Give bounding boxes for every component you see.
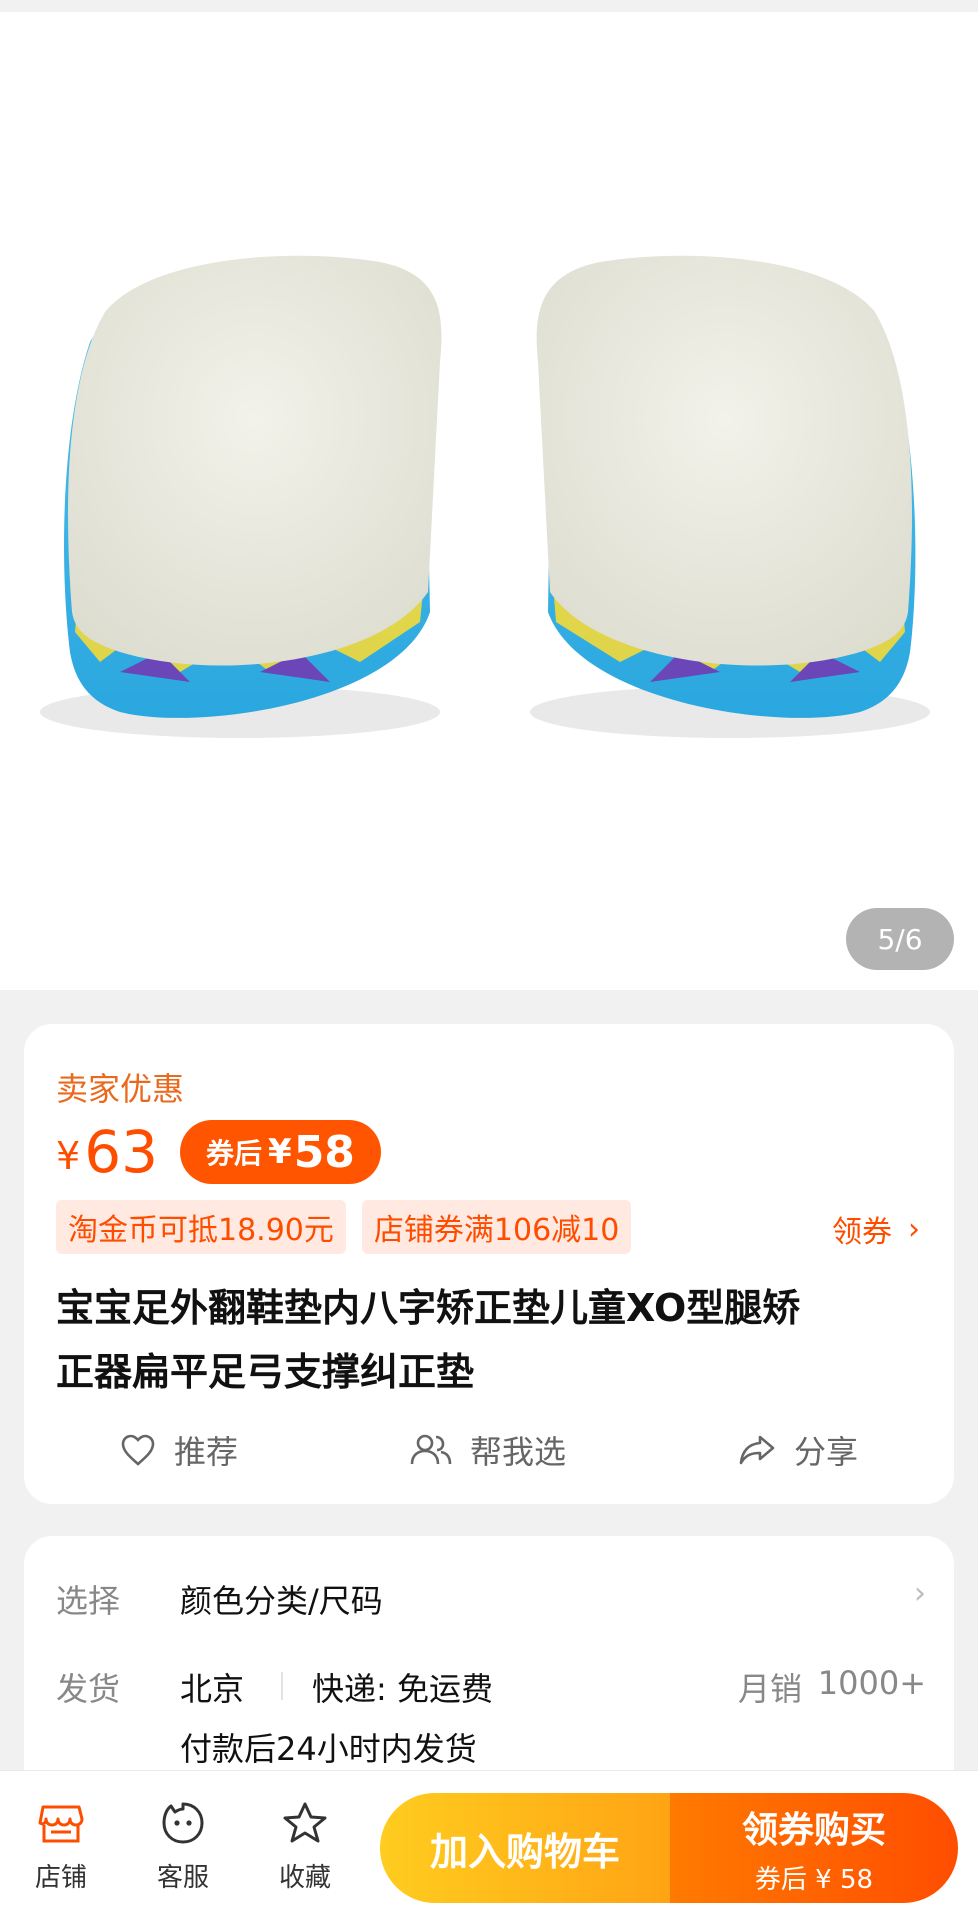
promo-tag-coins: 淘金币可抵18.90元: [56, 1200, 346, 1254]
purchase-buttons: 加入购物车 领券购买 券后 ¥ 58: [380, 1793, 958, 1903]
bottom-action-bar: 店铺 客服 收藏 加入购物车 领券购买 券后 ¥ 58: [0, 1770, 978, 1920]
select-spec-row[interactable]: 选择 颜色分类/尺码 ›: [56, 1576, 926, 1620]
store-tab[interactable]: 店铺: [6, 1801, 116, 1894]
store-icon: [38, 1805, 84, 1843]
share-label: 分享: [794, 1433, 859, 1471]
select-key: 选择: [56, 1582, 121, 1620]
customer-service-icon: [162, 1802, 204, 1844]
people-icon: [410, 1434, 452, 1465]
ship-origin: 北京: [180, 1670, 245, 1708]
chevron-right-icon: ›: [914, 1576, 926, 1611]
help-choose-label: 帮我选: [470, 1433, 567, 1471]
star-icon: [283, 1802, 327, 1843]
price-row: ¥ 63 券后 ¥ 58: [56, 1114, 381, 1190]
recommend-button[interactable]: 推荐: [120, 1420, 238, 1480]
ship-time-row: 付款后24小时内发货: [56, 1724, 926, 1768]
price-value: 63: [84, 1118, 158, 1186]
coupon-price-currency: ¥: [268, 1132, 292, 1172]
get-coupon-link[interactable]: 领券 ›: [832, 1204, 920, 1254]
add-to-cart-button[interactable]: 加入购物车: [380, 1793, 670, 1903]
share-button[interactable]: 分享: [738, 1420, 858, 1480]
ship-time: 付款后24小时内发货: [180, 1730, 477, 1768]
heart-icon: [121, 1434, 155, 1466]
customer-service-label: 客服: [156, 1863, 209, 1893]
promo-tag-store-coupon: 店铺券满106减10: [361, 1200, 632, 1254]
promo-tags: 淘金币可抵18.90元 店铺券满106减10: [56, 1200, 632, 1254]
action-row: 推荐 帮我选 分享: [24, 1420, 954, 1480]
product-title-line-2: 正器扁平足弓支撑纠正垫: [56, 1350, 475, 1394]
favorite-label: 收藏: [278, 1863, 331, 1893]
buy-main-label: 领券购买: [741, 1809, 886, 1851]
select-value: 颜色分类/尺码: [180, 1582, 383, 1620]
status-strip: [0, 0, 978, 12]
customer-service-tab[interactable]: 客服: [128, 1801, 238, 1894]
buy-with-coupon-button[interactable]: 领券购买 券后 ¥ 58: [670, 1793, 958, 1903]
buy-sub-label: 券后 ¥ 58: [754, 1864, 874, 1895]
ship-method: 快递: 免运费: [312, 1670, 493, 1708]
chevron-right-icon: ›: [908, 1211, 920, 1247]
image-page-indicator: 5/6: [846, 908, 954, 970]
share-icon: [739, 1435, 775, 1465]
recommend-label: 推荐: [174, 1433, 239, 1471]
price-card: 卖家优惠 ¥ 63 券后 ¥ 58 淘金币可抵18.90元 店铺券满106减10…: [24, 1024, 954, 1504]
product-title-line-1: 宝宝足外翻鞋垫内八字矫正垫儿童XO型腿矫: [56, 1286, 801, 1330]
coupon-price-value: 58: [293, 1126, 355, 1178]
seller-discount-label: 卖家优惠: [56, 1070, 185, 1108]
get-coupon-label: 领券: [832, 1215, 892, 1250]
ship-key: 发货: [56, 1670, 121, 1708]
coupon-price-label: 券后: [206, 1137, 263, 1170]
monthly-sales-label: 月销: [737, 1670, 802, 1708]
shipping-row: 发货 北京 快递: 免运费 月销 1000+: [56, 1664, 926, 1708]
monthly-sales-value: 1000+: [817, 1664, 926, 1702]
store-label: 店铺: [34, 1863, 87, 1893]
product-title: 宝宝足外翻鞋垫内八字矫正垫儿童XO型腿矫 正器扁平足弓支撑纠正垫: [56, 1276, 926, 1404]
favorite-tab[interactable]: 收藏: [250, 1801, 360, 1894]
divider: [281, 1672, 283, 1700]
coupon-price-badge: 券后 ¥ 58: [180, 1120, 381, 1184]
product-image: [40, 255, 930, 738]
help-choose-button[interactable]: 帮我选: [410, 1420, 566, 1480]
price-currency: ¥: [56, 1134, 81, 1178]
product-image-gallery[interactable]: 5/6: [0, 12, 978, 990]
